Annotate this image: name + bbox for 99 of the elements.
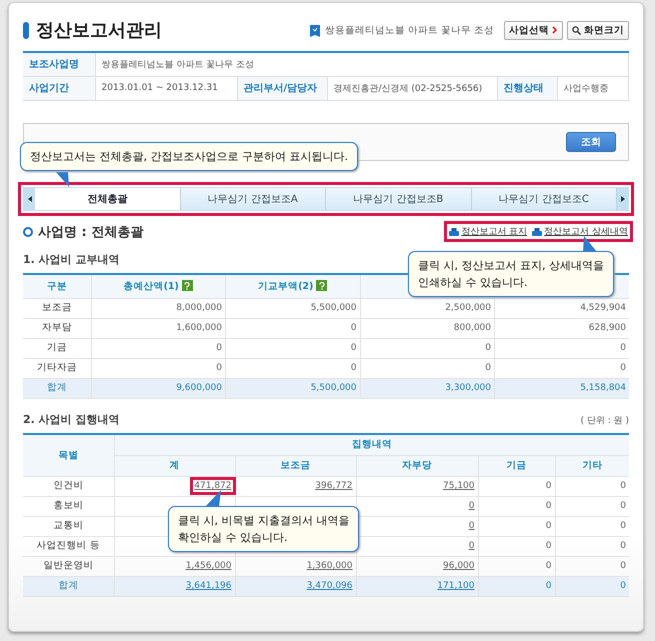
print-link[interactable]: 정산보고서 표지	[449, 225, 528, 238]
column-header: 기금	[478, 455, 555, 476]
table-cell: 0	[620, 521, 626, 531]
amount-link[interactable]: 75,100	[443, 481, 474, 491]
column-header: 총예산액(1)	[91, 274, 226, 298]
document-icon	[310, 23, 320, 37]
info-label: 진행상태	[497, 76, 557, 100]
table-cell: 0	[546, 481, 552, 491]
chevron-icon	[552, 26, 558, 34]
callout: 클릭 시, 비목별 지출결의서 내역을 확인하실 수 있습니다.	[168, 506, 360, 552]
column-header: 계	[114, 455, 235, 476]
column-header: 기교부액(2)	[226, 274, 360, 298]
toolbar-button[interactable]: 화면크기	[567, 20, 629, 40]
printer-icon	[532, 228, 542, 236]
table-cell: 0	[360, 338, 494, 358]
table-title: 2. 사업비 집행내역	[23, 412, 120, 426]
table-cell: 0	[360, 358, 494, 378]
table-cell: 0	[620, 541, 626, 551]
table-cell: 자부담	[23, 318, 91, 338]
table-cell: 0	[620, 501, 626, 511]
column-group-header: 집행내역	[114, 434, 629, 455]
table-cell: 홍보비	[23, 496, 114, 516]
title-marker-icon	[23, 22, 29, 38]
amount-link[interactable]: 3,470,096	[306, 581, 352, 591]
section-heading: 사업명 : 전체총괄	[38, 224, 144, 240]
table-cell: 교통비	[23, 516, 114, 536]
amount-link[interactable]: 96,000	[443, 561, 474, 571]
column-header: 보조금	[235, 455, 356, 476]
table-cell: 0	[226, 338, 360, 358]
table-cell: 0	[91, 338, 226, 358]
table-cell: 5,500,000	[226, 378, 360, 398]
amount-link[interactable]: 0	[468, 521, 474, 531]
table-cell: 5,158,804	[494, 378, 629, 398]
table-cell: 2,500,000	[360, 298, 494, 318]
print-link[interactable]: 정산보고서 상세내역	[532, 225, 628, 238]
column-header: 목별	[23, 434, 114, 476]
table-cell: 0	[546, 541, 552, 551]
right-arrow-icon	[620, 196, 624, 202]
table-cell: 800,000	[360, 318, 494, 338]
table-cell: 합계	[23, 378, 91, 398]
toolbar-button[interactable]: 사업선택	[504, 20, 563, 40]
printer-icon	[449, 228, 460, 236]
search-icon	[572, 26, 581, 34]
table-cell: 0	[620, 561, 626, 571]
info-value: 2013.01.01 ~ 2013.12.31	[95, 76, 237, 100]
help-icon[interactable]	[316, 280, 328, 292]
table-cell: 1,600,000	[91, 318, 226, 338]
amount-link[interactable]: 1,456,000	[186, 561, 232, 571]
table-cell: 8,000,000	[91, 298, 226, 318]
tab[interactable]: 나무심기 간접보조B	[326, 188, 472, 210]
table-cell: 사업진행비 등	[23, 536, 114, 556]
info-value: 경제진흥관/신경제 (02-2525-5656)	[327, 76, 497, 100]
project-name: 쌍용플레티넘노블 아파트 꽃나무 조성	[324, 24, 494, 36]
table-cell: 0	[546, 581, 552, 591]
column-header: 기타	[555, 455, 629, 476]
scroll-right-button[interactable]	[617, 188, 628, 210]
unit-label: ( 단위 : 원 )	[580, 414, 629, 426]
amount-link[interactable]: 171,100	[437, 581, 474, 591]
table-cell: 0	[620, 481, 626, 491]
info-label: 관리부서/담당자	[237, 76, 327, 100]
table-cell: 0	[226, 358, 360, 378]
table-cell: 0	[620, 581, 626, 591]
info-label: 보조사업명	[23, 52, 95, 76]
amount-link[interactable]: 3,641,196	[186, 581, 232, 591]
table-cell: 5,500,000	[226, 298, 360, 318]
table-cell: 0	[91, 358, 226, 378]
tab[interactable]: 나무심기 간접보조A	[180, 188, 326, 210]
amount-link[interactable]: 0	[468, 541, 474, 551]
column-header: 구분	[23, 274, 91, 298]
scroll-left-button[interactable]	[24, 188, 35, 210]
callout: 정산보고서는 전체총괄, 간접보조사업으로 구분하여 표시됩니다.	[20, 142, 358, 172]
table-cell: 9,600,000	[91, 378, 226, 398]
table-cell: 기타자금	[23, 358, 91, 378]
info-value: 쌍용플레티넘노블 아파트 꽃나무 조성	[95, 52, 628, 76]
table-cell: 기금	[23, 338, 91, 358]
tab[interactable]: 전체총괄	[35, 188, 180, 210]
table-cell: 보조금	[23, 298, 91, 318]
info-value: 사업수행중	[557, 76, 628, 100]
callout: 클릭 시, 정산보고서 표지, 상세내역을 인쇄하실 수 있습니다.	[408, 251, 614, 298]
bullet-icon	[23, 226, 33, 236]
info-label: 사업기간	[23, 76, 95, 100]
table-cell: 3,300,000	[360, 378, 494, 398]
amount-link[interactable]: 0	[468, 501, 474, 511]
amount-link[interactable]: 1,360,000	[306, 561, 352, 571]
table-title: 1. 사업비 교부내역	[23, 252, 120, 266]
callout-pointer	[56, 172, 70, 188]
table-cell: 인건비	[23, 476, 114, 496]
table-cell: 0	[546, 521, 552, 531]
column-header: 자부당	[356, 455, 478, 476]
table-cell: 0	[226, 318, 360, 338]
table-cell: 합계	[23, 576, 114, 596]
help-icon[interactable]	[182, 280, 193, 292]
table-cell: 0	[546, 561, 552, 571]
left-arrow-icon	[28, 196, 32, 202]
amount-link[interactable]: 396,772	[315, 481, 352, 491]
search-button[interactable]: 조회	[566, 132, 616, 152]
page-title: 정산보고서관리	[36, 19, 163, 42]
table-cell: 일반운영비	[23, 556, 114, 576]
table-cell: 0	[546, 501, 552, 511]
